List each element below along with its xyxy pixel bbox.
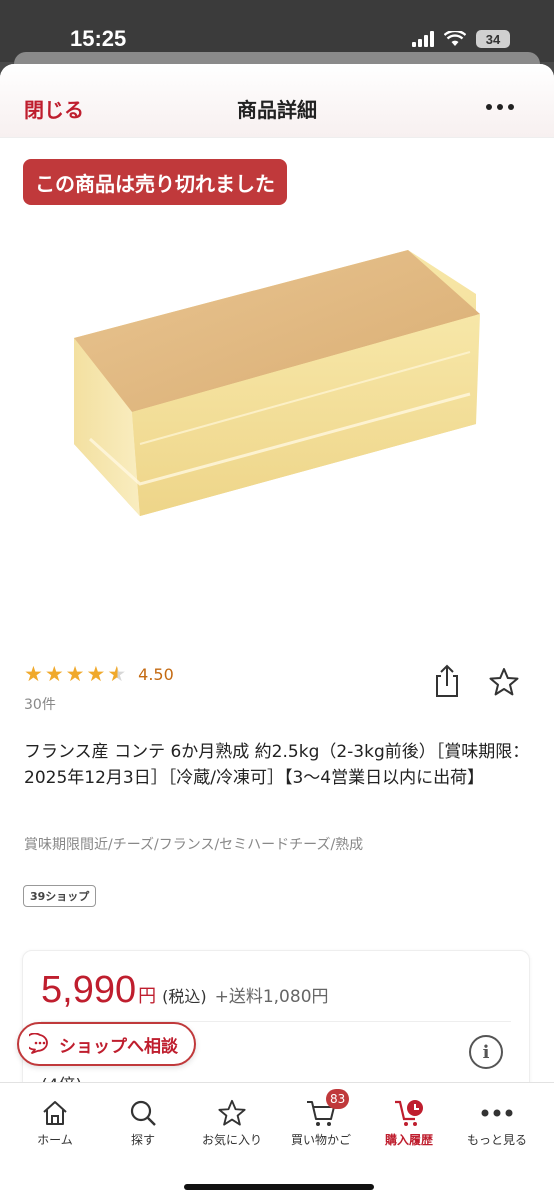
product-detail-sheet: 閉じる 商品詳細 この商品は売り切れました ★ ★ ★ ★ ★ 4.50 30件… [0, 64, 554, 1200]
shop-badge: 39ショップ [23, 885, 97, 907]
shop-consult-label: ショップへ相談 [59, 1036, 178, 1057]
star-icon: ★ [44, 662, 64, 686]
star-icon: ★ [86, 662, 106, 686]
status-time: 15:25 [70, 26, 127, 51]
price-row: 5,990 円 (税込) +送料1,080円 [41, 969, 329, 1012]
rating-value: 4.50 [138, 665, 174, 684]
tab-purchase-history[interactable]: 購入履歴 [364, 1095, 454, 1148]
star-icon [218, 1099, 246, 1126]
soldout-banner: この商品は売り切れました [23, 159, 287, 205]
review-count[interactable]: 30件 [24, 694, 56, 714]
share-icon[interactable] [433, 664, 461, 698]
purchase-history-icon [395, 1100, 423, 1126]
rating[interactable]: ★ ★ ★ ★ ★ 4.50 [24, 664, 174, 685]
battery-icon: 34 [476, 30, 510, 48]
product-title: フランス産 コンテ 6か月熟成 約2.5kg（2-3kg前後）［賞味期限：202… [24, 742, 530, 788]
tax-label: (税込) [162, 987, 207, 1006]
product-image [74, 250, 480, 516]
tab-home[interactable]: ホーム [10, 1095, 100, 1148]
tab-label: ホーム [37, 1133, 73, 1147]
signal-icon [412, 31, 434, 47]
tab-label: 探す [130, 1133, 155, 1147]
page-title: 商品詳細 [237, 98, 317, 122]
tab-bar: ホーム 探す お気に入り 83 買い物かご 購入履歴 もっと見る [0, 1082, 554, 1200]
price-amount: 5,990 [41, 969, 137, 1011]
more-icon [481, 1109, 513, 1117]
star-icon: ★ [24, 662, 43, 686]
tab-label: お気に入り [201, 1133, 262, 1147]
chat-icon [29, 1033, 48, 1054]
tab-cart[interactable]: 83 買い物かご [276, 1089, 366, 1148]
price-unit: 円 [138, 986, 157, 1007]
wifi-icon [444, 31, 466, 46]
tab-more[interactable]: もっと見る [452, 1095, 542, 1148]
status-icons: 34 [412, 30, 510, 48]
info-icon[interactable]: i [469, 1035, 503, 1069]
product-tags[interactable]: 賞味期限間近/チーズ/フランス/セミハードチーズ/熟成 [24, 834, 363, 854]
home-icon [43, 1101, 67, 1125]
tab-search[interactable]: 探す [98, 1095, 188, 1148]
tab-label: 購入履歴 [384, 1133, 433, 1147]
cart-count-badge: 83 [326, 1089, 350, 1109]
star-icon: ★ [65, 662, 85, 686]
favorite-star-icon[interactable] [488, 666, 520, 698]
tab-favorites[interactable]: お気に入り [187, 1095, 277, 1148]
ellipsis-icon[interactable] [486, 104, 514, 110]
search-icon [130, 1100, 156, 1126]
shop-consult-button[interactable]: ショップへ相談 [17, 1022, 196, 1066]
tab-label: 買い物かご [290, 1133, 351, 1147]
half-star-icon: ★ [107, 662, 127, 686]
tab-label: もっと見る [466, 1133, 527, 1147]
home-indicator[interactable] [184, 1184, 374, 1190]
nav-bar: 閉じる 商品詳細 [0, 64, 554, 138]
shipping-fee: +送料1,080円 [214, 987, 329, 1007]
